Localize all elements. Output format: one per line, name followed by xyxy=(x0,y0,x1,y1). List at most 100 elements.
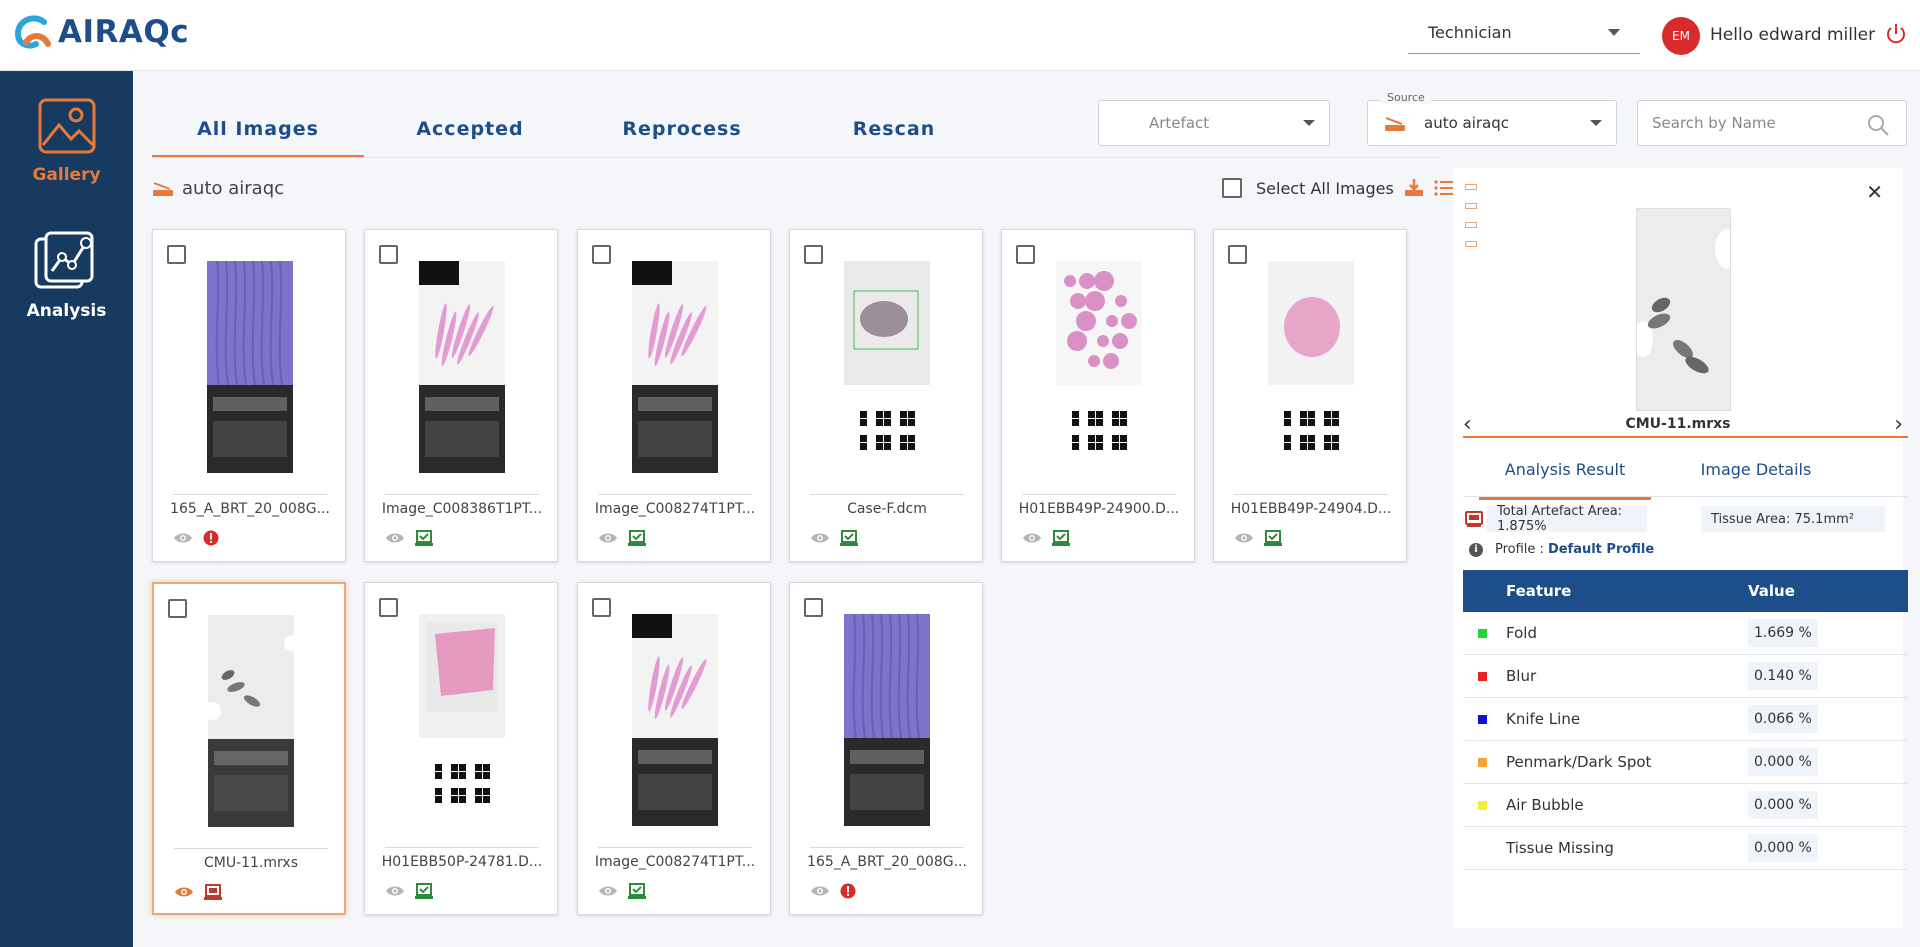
eye-icon[interactable] xyxy=(385,884,405,898)
chevron-down-icon xyxy=(1608,29,1620,36)
tab-rescan[interactable]: Rescan xyxy=(814,116,974,158)
avatar[interactable]: EM xyxy=(1662,17,1700,55)
search-placeholder: Search by Name xyxy=(1652,114,1776,132)
image-card[interactable]: 165_A_BRT_20_008G... xyxy=(152,229,346,562)
report-icon[interactable] xyxy=(1465,510,1483,528)
image-card[interactable]: H01EBB50P-24781.D... xyxy=(364,582,558,915)
role-value: Technician xyxy=(1428,23,1512,42)
thumbnail-chip[interactable] xyxy=(1465,203,1477,209)
eye-icon[interactable] xyxy=(810,884,830,898)
image-card[interactable]: Image_C008274T1PT... xyxy=(577,229,771,562)
sidebar: Gallery Analysis xyxy=(0,71,133,947)
tab-image-details[interactable]: Image Details xyxy=(1671,460,1841,479)
slide-thumbnail[interactable] xyxy=(419,261,505,473)
card-actions xyxy=(385,883,433,899)
card-image-name: H01EBB49P-24900.D... xyxy=(1018,501,1180,517)
image-card[interactable]: Image_C008386T1PT... xyxy=(364,229,558,562)
preview-divider xyxy=(1463,436,1908,438)
card-checkbox[interactable] xyxy=(1016,245,1035,264)
detail-panel: ✕ ‹ › CMU-11.mrxs Analysis Result Image … xyxy=(1453,168,1908,928)
select-all[interactable]: Select All Images xyxy=(1222,178,1454,198)
card-checkbox[interactable] xyxy=(804,598,823,617)
tab-accepted[interactable]: Accepted xyxy=(390,116,550,158)
card-divider xyxy=(810,847,964,848)
sidebar-item-analysis[interactable]: Analysis xyxy=(0,231,133,321)
eye-icon[interactable] xyxy=(173,531,193,545)
feature-name: Air Bubble xyxy=(1506,796,1584,814)
current-source-label: auto airaqc xyxy=(182,178,285,199)
card-image-name: CMU-11.mrxs xyxy=(203,855,298,871)
profile-link[interactable]: Default Profile xyxy=(1548,542,1654,557)
image-card[interactable]: Case-F.dcm xyxy=(789,229,983,562)
feature-color-swatch xyxy=(1478,801,1487,810)
slide-thumbnail[interactable] xyxy=(208,615,294,827)
eye-icon[interactable] xyxy=(598,531,618,545)
feature-column-header: Feature xyxy=(1506,582,1572,600)
accepted-icon xyxy=(1052,530,1070,546)
card-actions xyxy=(173,530,219,546)
sidebar-item-gallery[interactable]: Gallery xyxy=(0,97,133,185)
search-icon[interactable] xyxy=(1866,113,1890,137)
tab-analysis-result[interactable]: Analysis Result xyxy=(1479,460,1651,500)
search-input[interactable]: Search by Name xyxy=(1637,100,1907,146)
eye-icon[interactable] xyxy=(1022,531,1042,545)
slide-thumbnail[interactable] xyxy=(1268,261,1354,473)
tissue-area: Tissue Area: 75.1mm² xyxy=(1701,506,1885,532)
feature-row: Fold 1.669 % xyxy=(1463,612,1908,655)
card-divider xyxy=(598,847,752,848)
feature-table-header: Feature Value xyxy=(1463,570,1908,612)
slide-thumbnail[interactable] xyxy=(844,261,930,473)
eye-icon[interactable] xyxy=(1234,531,1254,545)
slide-thumbnail[interactable] xyxy=(419,614,505,826)
select-all-label: Select All Images xyxy=(1256,178,1394,198)
card-checkbox[interactable] xyxy=(379,598,398,617)
card-checkbox[interactable] xyxy=(592,598,611,617)
chevron-down-icon xyxy=(1590,120,1602,126)
image-card[interactable]: 165_A_BRT_20_008G... xyxy=(789,582,983,915)
feature-name: Blur xyxy=(1506,667,1537,685)
close-icon[interactable]: ✕ xyxy=(1866,180,1883,204)
feature-row: Tissue Missing 0.000 % xyxy=(1463,827,1908,870)
eye-icon[interactable] xyxy=(174,885,194,899)
eye-icon[interactable] xyxy=(598,884,618,898)
slide-thumbnail[interactable] xyxy=(632,614,718,826)
source-value: auto airaqc xyxy=(1424,114,1510,132)
image-card[interactable]: H01EBB49P-24904.D... xyxy=(1213,229,1407,562)
feature-value: 1.669 % xyxy=(1748,619,1818,647)
artefact-select[interactable]: Artefact xyxy=(1098,100,1330,146)
thumbnail-chip[interactable] xyxy=(1465,241,1477,247)
role-select[interactable]: Technician xyxy=(1408,12,1640,54)
tab-reprocess[interactable]: Reprocess xyxy=(602,116,762,158)
download-icon[interactable] xyxy=(1404,178,1424,198)
card-checkbox[interactable] xyxy=(1228,245,1247,264)
feature-value: 0.000 % xyxy=(1748,791,1818,819)
feature-name: Tissue Missing xyxy=(1506,839,1614,857)
slide-thumbnail[interactable] xyxy=(1056,261,1142,473)
slide-thumbnail[interactable] xyxy=(844,614,930,826)
slide-thumbnail[interactable] xyxy=(632,261,718,473)
power-icon[interactable] xyxy=(1884,22,1908,46)
card-checkbox[interactable] xyxy=(167,245,186,264)
card-divider xyxy=(385,847,539,848)
card-divider xyxy=(174,848,328,849)
image-card[interactable]: H01EBB49P-24900.D... xyxy=(1001,229,1195,562)
tab-all-images[interactable]: All Images xyxy=(152,116,364,158)
source-select[interactable]: auto airaqc xyxy=(1367,100,1617,146)
card-divider xyxy=(1234,494,1388,495)
accepted-icon xyxy=(1264,530,1282,546)
list-view-icon[interactable] xyxy=(1434,179,1454,197)
card-checkbox[interactable] xyxy=(804,245,823,264)
image-card[interactable]: Image_C008274T1PT... xyxy=(577,582,771,915)
eye-icon[interactable] xyxy=(385,531,405,545)
select-all-checkbox[interactable] xyxy=(1222,178,1242,198)
eye-icon[interactable] xyxy=(810,531,830,545)
thumbnail-chip[interactable] xyxy=(1465,184,1477,190)
image-card[interactable]: CMU-11.mrxs xyxy=(152,582,346,915)
card-checkbox[interactable] xyxy=(592,245,611,264)
error-icon xyxy=(840,883,856,899)
slide-thumbnail[interactable] xyxy=(207,261,293,473)
card-checkbox[interactable] xyxy=(379,245,398,264)
card-checkbox[interactable] xyxy=(168,599,187,618)
thumbnail-chip[interactable] xyxy=(1465,222,1477,228)
profile-label: Profile : xyxy=(1495,542,1544,557)
